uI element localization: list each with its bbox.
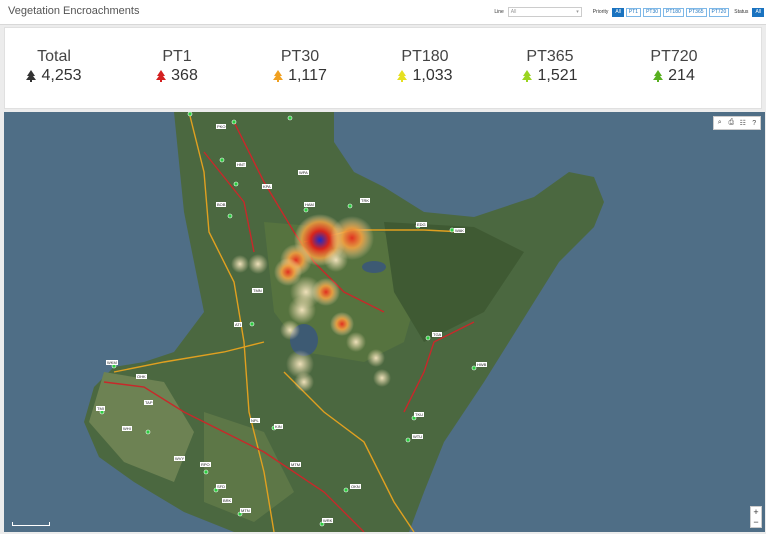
priority-chip-pt180[interactable]: PT180 — [663, 7, 684, 17]
site-label[interactable]: WRK — [322, 518, 334, 523]
stat-label: PT720 — [650, 48, 698, 65]
site-label[interactable]: TMI — [96, 406, 105, 411]
stat-value: 1,521 — [537, 67, 578, 84]
site-label[interactable]: RPO — [200, 462, 211, 467]
tree-icon — [397, 70, 408, 82]
top-bar: Vegetation Encroachments Line All ▾ Prio… — [0, 0, 766, 25]
priority-chip-pt365[interactable]: PT365 — [685, 7, 707, 17]
site-label[interactable]: TAP — [144, 400, 154, 405]
map-toolbar: ⌕ ⎙ ☷ ? — [713, 116, 761, 130]
priority-filter-label: Priority — [592, 9, 609, 15]
priority-chip-pt30[interactable]: PT30 — [643, 7, 662, 17]
filter-bar: Line All ▾ Priority All PT1 PT30 PT180 P… — [491, 5, 764, 19]
status-chip-all[interactable]: All — [752, 7, 764, 17]
chevron-down-icon: ▾ — [576, 9, 579, 15]
layers-icon[interactable]: ☷ — [738, 119, 747, 128]
stat-pt1[interactable]: PT1 368 — [122, 48, 232, 85]
stat-value: 1,033 — [412, 67, 453, 84]
site-label[interactable]: MTN — [240, 508, 251, 513]
site-label[interactable]: BOB — [216, 202, 227, 207]
site-label[interactable]: OKN — [350, 484, 361, 489]
stat-pt30[interactable]: PT30 1,117 — [245, 48, 355, 85]
scale-bar — [12, 522, 50, 526]
map-view[interactable]: ⌕ ⎙ ☷ ? PKO HNT KPA BOB TRK EDG WAK ATI … — [4, 112, 765, 532]
site-label[interactable]: TRK — [360, 198, 370, 203]
zoom-out-button[interactable]: − — [751, 517, 761, 527]
site-label[interactable]: WHI — [122, 426, 132, 431]
app-title: Vegetation Encroachments — [8, 5, 140, 17]
site-label[interactable]: EDG — [416, 222, 427, 227]
line-select-value: All — [510, 9, 517, 15]
stat-label: PT180 — [401, 48, 449, 65]
stat-value: 1,117 — [288, 67, 327, 84]
site-label[interactable]: ATI — [234, 322, 242, 327]
stat-value: 4,253 — [41, 67, 82, 84]
stat-pt365[interactable]: PT365 1,521 — [495, 48, 605, 85]
tree-icon — [273, 70, 284, 82]
site-label[interactable]: BRK — [222, 498, 233, 503]
site-label[interactable]: MTM — [290, 462, 302, 467]
site-label[interactable]: HNT — [236, 162, 247, 167]
site-label[interactable]: SFD — [216, 484, 226, 489]
status-filter-label: Status — [734, 9, 749, 15]
site-label[interactable]: WVY — [174, 456, 186, 461]
help-icon[interactable]: ? — [750, 119, 759, 128]
site-label[interactable]: HWB — [476, 362, 488, 367]
tree-icon — [156, 70, 167, 82]
site-label[interactable]: WPA — [298, 170, 309, 175]
tree-icon — [26, 70, 37, 82]
site-label[interactable]: PKO — [216, 124, 227, 129]
stat-total[interactable]: Total 4,253 — [0, 48, 109, 85]
zoom-in-button[interactable]: + — [751, 507, 761, 517]
stat-pt180[interactable]: PT180 1,033 — [370, 48, 480, 85]
stat-value: 214 — [668, 67, 695, 84]
satellite-basemap — [4, 112, 765, 532]
site-label[interactable]: NPL — [250, 418, 260, 423]
line-filter-label: Line — [494, 9, 504, 15]
priority-chip-pt720[interactable]: PT720 — [708, 7, 730, 17]
stat-value: 368 — [171, 67, 198, 84]
site-label[interactable]: WAK — [454, 228, 465, 233]
stat-label: PT1 — [162, 48, 192, 65]
print-icon[interactable]: ⎙ — [727, 119, 736, 128]
zoom-control: + − — [750, 506, 762, 528]
tree-icon — [522, 70, 533, 82]
site-label[interactable]: WKM — [106, 360, 118, 365]
site-label[interactable]: TMN — [252, 288, 263, 293]
site-label[interactable]: OHK — [136, 374, 147, 379]
priority-chip-pt1[interactable]: PT1 — [625, 7, 642, 17]
line-select[interactable]: All ▾ — [507, 7, 582, 17]
summary-panel: Total 4,253 PT1 368 PT30 1,117 PT180 1,0… — [4, 27, 762, 109]
stat-pt720[interactable]: PT720 214 — [619, 48, 729, 85]
stat-label: PT365 — [526, 48, 574, 65]
search-icon[interactable]: ⌕ — [715, 119, 724, 128]
site-label[interactable]: HAM — [304, 202, 315, 207]
site-label[interactable]: KPA — [262, 184, 272, 189]
site-label[interactable]: WTU — [412, 434, 424, 439]
priority-chip-all[interactable]: All — [612, 7, 624, 17]
stat-label: Total — [37, 48, 71, 65]
site-label[interactable]: TGA — [432, 332, 443, 337]
stat-label: PT30 — [280, 48, 320, 65]
site-label[interactable]: KIN — [274, 424, 283, 429]
tree-icon — [653, 70, 664, 82]
site-label[interactable]: TKU — [414, 412, 424, 417]
